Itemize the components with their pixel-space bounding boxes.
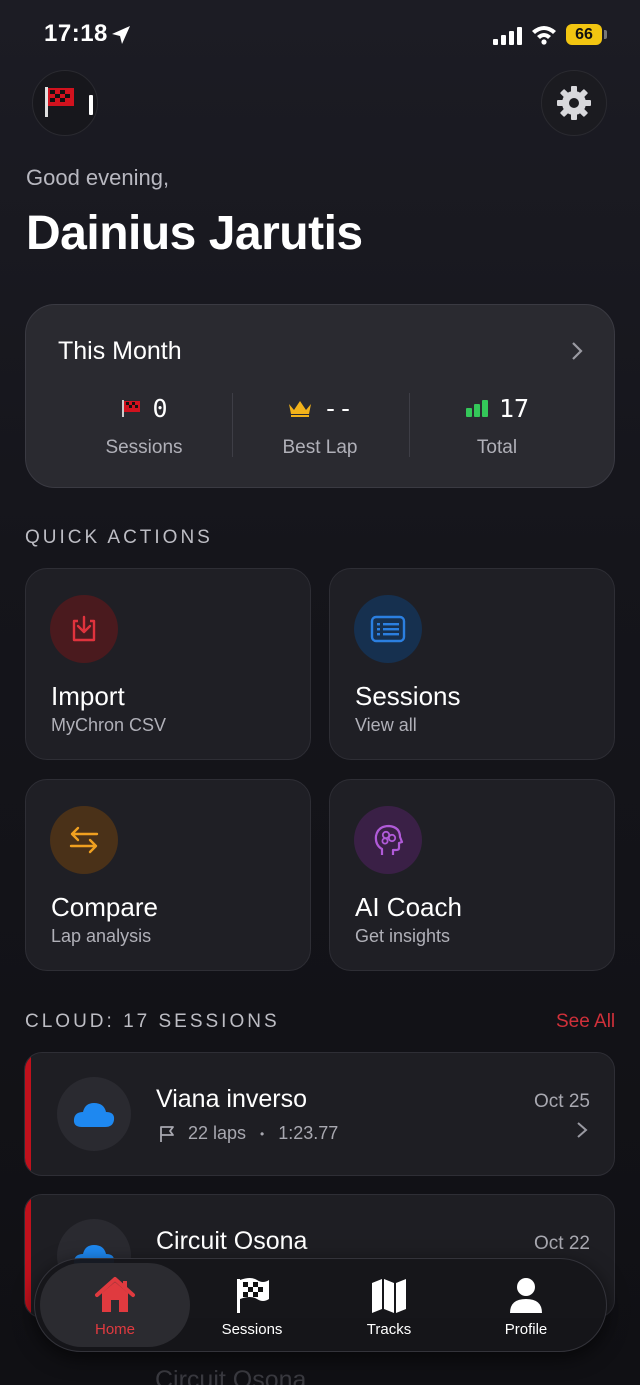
session-card[interactable]: Viana inverso 22 laps • 1:23.77 Oct 25 [24, 1052, 615, 1176]
separator-dot: • [260, 1126, 265, 1141]
swap-arrows-icon [69, 826, 99, 854]
status-time: 17:18 [44, 20, 108, 47]
person-icon [510, 1278, 542, 1313]
tab-bar: Home Sessions Tracks Profile [34, 1258, 607, 1352]
crown-icon [288, 401, 311, 417]
user-name: Dainius Jarutis [26, 207, 363, 260]
cloud-icon [73, 1103, 115, 1127]
stat-total: 17 Total [407, 391, 587, 459]
cellular-signal-icon [493, 27, 522, 45]
tab-tracks[interactable]: Tracks [314, 1263, 464, 1347]
action-title: Sessions [355, 681, 461, 711]
flag-outline-icon [160, 1125, 174, 1142]
tab-label: Sessions [221, 1321, 283, 1338]
tab-profile[interactable]: Profile [451, 1263, 601, 1347]
stat-label: Total [476, 437, 518, 458]
stat-sessions: 0 Sessions [54, 391, 234, 459]
import-icon [72, 615, 96, 642]
action-title: Import [51, 681, 125, 711]
card-title: This Month [58, 337, 182, 365]
action-subtitle: MyChron CSV [51, 715, 167, 735]
chevron-right-icon [577, 1122, 588, 1138]
icon-circle [354, 595, 422, 663]
checkered-flag-icon [237, 1278, 269, 1313]
session-meta: 22 laps • 1:23.77 [158, 1123, 338, 1144]
session-date: Oct 22 [534, 1233, 590, 1254]
battery-tip [604, 30, 607, 39]
action-subtitle: Lap analysis [51, 926, 152, 946]
bar-chart-icon [465, 400, 488, 417]
status-bar: 17:18 66 [0, 0, 640, 70]
settings-button[interactable] [541, 70, 607, 136]
stat-value: -- [322, 393, 354, 423]
tab-label: Home [94, 1321, 135, 1338]
see-all-link[interactable]: See All [556, 1011, 615, 1033]
map-icon [372, 1279, 406, 1313]
gear-icon [557, 86, 591, 120]
greeting: Good evening, [26, 165, 170, 190]
session-date: Oct 25 [534, 1091, 590, 1112]
brain-head-icon [374, 824, 404, 855]
icon-circle [50, 806, 118, 874]
icon-circle [50, 595, 118, 663]
red-flag-icon [122, 400, 141, 417]
chevron-right-icon [572, 342, 583, 360]
compare-action-card[interactable]: Compare Lap analysis [25, 779, 311, 971]
action-title: AI Coach [355, 892, 462, 922]
icon-circle [354, 806, 422, 874]
this-month-card[interactable]: This Month 0 Sessions -- Best Lap 17 Tot… [25, 304, 615, 488]
session-name: Circuit Osona [156, 1227, 308, 1255]
tab-label: Profile [504, 1321, 548, 1338]
house-icon [95, 1277, 135, 1312]
text-cursor [89, 95, 93, 115]
session-accent-bar [25, 1053, 31, 1175]
battery-level: 66 [575, 26, 593, 43]
sessions-action-card[interactable]: Sessions View all [329, 568, 615, 760]
action-subtitle: View all [355, 715, 417, 735]
location-arrow-icon [112, 26, 130, 44]
session-laps: 22 laps [188, 1123, 247, 1143]
stat-best-lap: -- Best Lap [230, 391, 410, 459]
list-icon [370, 615, 406, 643]
session-best-lap: 1:23.77 [278, 1123, 339, 1143]
session-name-partial: Circuit Osona [155, 1366, 307, 1385]
quick-actions-heading: QUICK ACTIONS [25, 527, 213, 548]
racing-flag-icon [45, 87, 74, 117]
stat-value: 17 [498, 393, 530, 423]
import-action-card[interactable]: Import MyChron CSV [25, 568, 311, 760]
wifi-icon [532, 26, 556, 45]
session-name: Viana inverso [156, 1085, 308, 1113]
stat-label: Sessions [105, 437, 183, 458]
battery-icon: 66 [566, 24, 602, 45]
action-title: Compare [51, 892, 158, 922]
cloud-sessions-heading: CLOUD: 17 SESSIONS [25, 1011, 280, 1032]
tab-sessions[interactable]: Sessions [177, 1263, 327, 1347]
stat-value: 0 [152, 393, 168, 423]
action-subtitle: Get insights [355, 926, 451, 946]
stat-label: Best Lap [282, 437, 358, 458]
tab-label: Tracks [366, 1321, 412, 1338]
tab-home[interactable]: Home [40, 1263, 190, 1347]
ai-coach-action-card[interactable]: AI Coach Get insights [329, 779, 615, 971]
session-accent-bar [25, 1195, 31, 1317]
avatar-button[interactable] [32, 70, 98, 136]
cloud-icon-circle [57, 1077, 131, 1151]
